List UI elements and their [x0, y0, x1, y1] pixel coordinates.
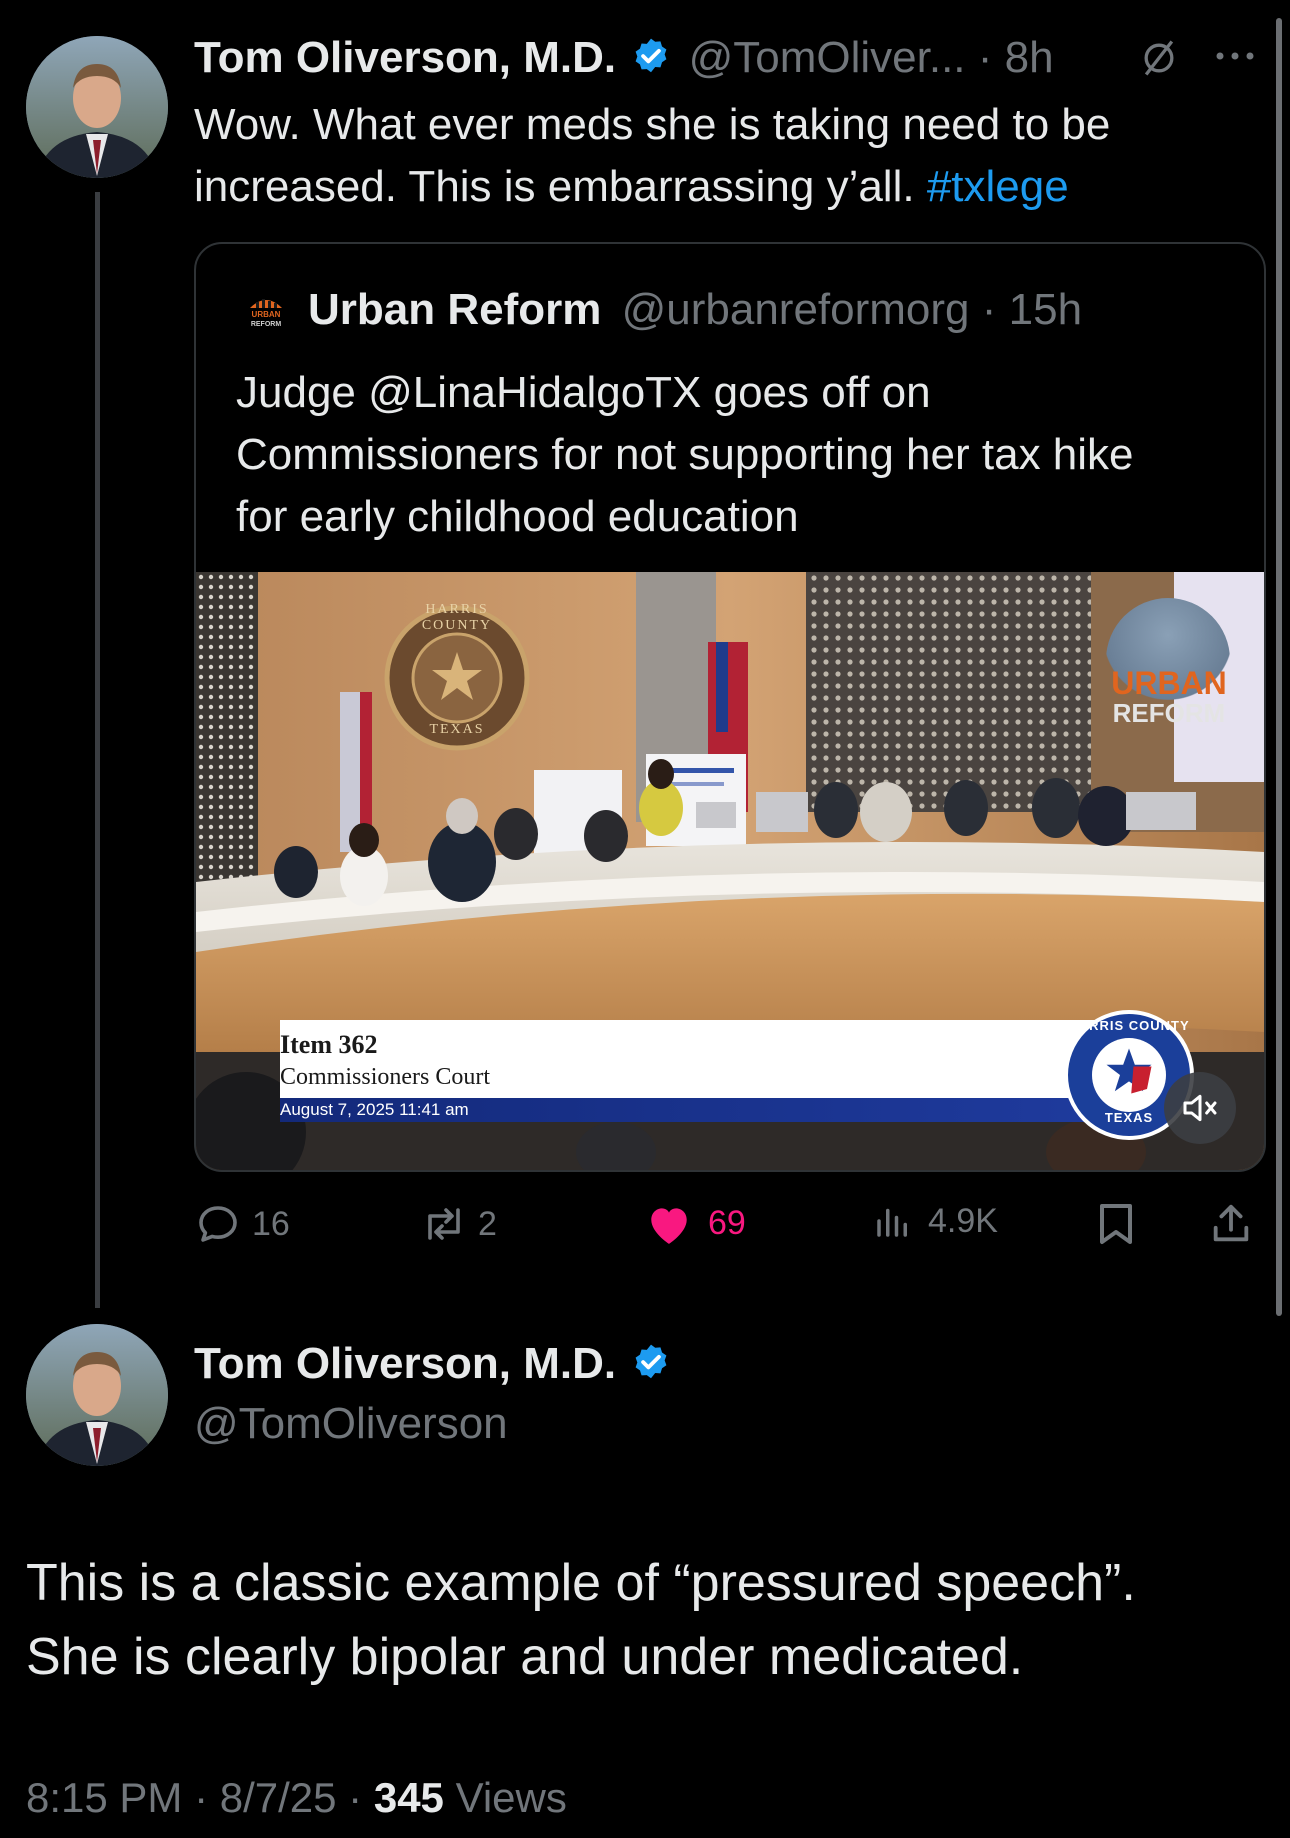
views-number: 345	[373, 1774, 444, 1821]
scrollbar[interactable]	[1276, 18, 1282, 1316]
lower-third-subtitle: Commissioners Court	[280, 1064, 491, 1090]
hashtag-link[interactable]: #txlege	[927, 162, 1069, 211]
urban-reform-logo-icon: URBAN REFORM	[250, 299, 282, 328]
like-action[interactable]: 69	[644, 1200, 746, 1246]
logo-text-bottom: TEXAS	[1104, 1110, 1154, 1125]
reply-action[interactable]: 16	[194, 1200, 290, 1248]
lower-third-title: Item 362	[280, 1030, 378, 1059]
timestamp[interactable]: 8:15 PM · 8/7/25 ·	[26, 1774, 374, 1821]
quoted-tweet-card[interactable]: URBAN REFORM Urban Reform @urbanreformor…	[194, 242, 1266, 1172]
verified-badge-icon	[635, 39, 667, 73]
thread-line	[95, 192, 100, 1308]
quoted-header: Urban Reform @urbanreformorg · 15h	[308, 284, 1082, 336]
verified-badge-icon	[635, 1345, 667, 1379]
heart-icon	[651, 1208, 687, 1244]
tweet-text-line1: This is a classic example of “pressured …	[26, 1554, 1136, 1612]
author-name[interactable]: Tom Oliverson, M.D.	[194, 33, 616, 82]
handle-time[interactable]: @TomOliver... · 8h	[689, 33, 1054, 82]
svg-text:REFORM: REFORM	[251, 321, 282, 328]
tweet-text-line2: She is clearly bipolar and under medicat…	[26, 1628, 1024, 1686]
avatar-photo	[26, 1324, 168, 1466]
mute-button[interactable]	[1164, 1072, 1236, 1144]
views-count: 4.9K	[928, 1201, 998, 1240]
seal-label-bottom: TEXAS	[396, 722, 518, 738]
like-count: 69	[708, 1203, 746, 1242]
parent-tweet-header: Tom Oliverson, M.D. @TomOliver... · 8h	[194, 30, 1054, 86]
share-action[interactable]	[1208, 1200, 1254, 1248]
parent-tweet-text: Wow. What ever meds she is taking need t…	[194, 94, 1234, 218]
avatar[interactable]	[26, 36, 168, 178]
quoted-author-name[interactable]: Urban Reform	[308, 285, 601, 334]
repost-icon	[428, 1208, 460, 1240]
tweet-meta: 8:15 PM · 8/7/25 · 345 Views	[26, 1770, 567, 1826]
seal-text-bottom: TEXAS	[429, 722, 485, 737]
views-action[interactable]: 4.9K	[872, 1200, 998, 1242]
main-tweet-text: This is a classic example of “pressured …	[26, 1546, 1256, 1694]
video-player[interactable]: HARRIS COUNTY TEXAS URBAN REFORM Item 36…	[196, 572, 1264, 1170]
hidden-reply-icon[interactable]	[1137, 36, 1181, 80]
watermark-text: URBAN REFORM	[1096, 665, 1242, 728]
star-icon	[1106, 1048, 1152, 1094]
main-tweet-header: Tom Oliverson, M.D.	[194, 1336, 672, 1392]
avatar-photo	[26, 36, 168, 178]
views-label: Views	[443, 1774, 567, 1821]
watermark-line1: URBAN	[1111, 665, 1227, 701]
seal-text-top: HARRIS COUNTY	[421, 602, 493, 633]
county-logo-label: HARRIS COUNTY	[1064, 1018, 1194, 1033]
reply-icon	[199, 1206, 237, 1242]
logo-text-top: HARRIS COUNTY	[1068, 1018, 1190, 1033]
repost-action[interactable]: 2	[418, 1200, 497, 1248]
views-chart-icon	[877, 1208, 907, 1237]
lower-third-date: August 7, 2025 11:41 am	[280, 1100, 469, 1119]
author-name[interactable]: Tom Oliverson, M.D.	[194, 1339, 616, 1388]
share-icon	[1213, 1204, 1249, 1242]
svg-text:URBAN: URBAN	[252, 310, 281, 319]
muted-speaker-icon	[1183, 1094, 1217, 1122]
lower-third: Item 362 Commissioners Court August 7, 2…	[280, 1020, 1130, 1122]
bookmark-icon	[1100, 1204, 1132, 1244]
watermark-line2: REFORM	[1112, 698, 1226, 728]
seal-label: HARRIS COUNTY	[396, 602, 518, 634]
bookmark-action[interactable]	[1094, 1200, 1138, 1248]
quoted-avatar: URBAN REFORM	[246, 290, 286, 330]
more-options-icon[interactable]	[1212, 46, 1258, 66]
quoted-text: Judge @LinaHidalgoTX goes off on Commiss…	[236, 368, 1134, 541]
author-handle[interactable]: @TomOliverson	[194, 1396, 508, 1452]
avatar[interactable]	[26, 1324, 168, 1466]
reply-count: 16	[252, 1204, 290, 1243]
quoted-handle-time[interactable]: @urbanreformorg · 15h	[622, 285, 1082, 334]
repost-count: 2	[478, 1204, 497, 1243]
